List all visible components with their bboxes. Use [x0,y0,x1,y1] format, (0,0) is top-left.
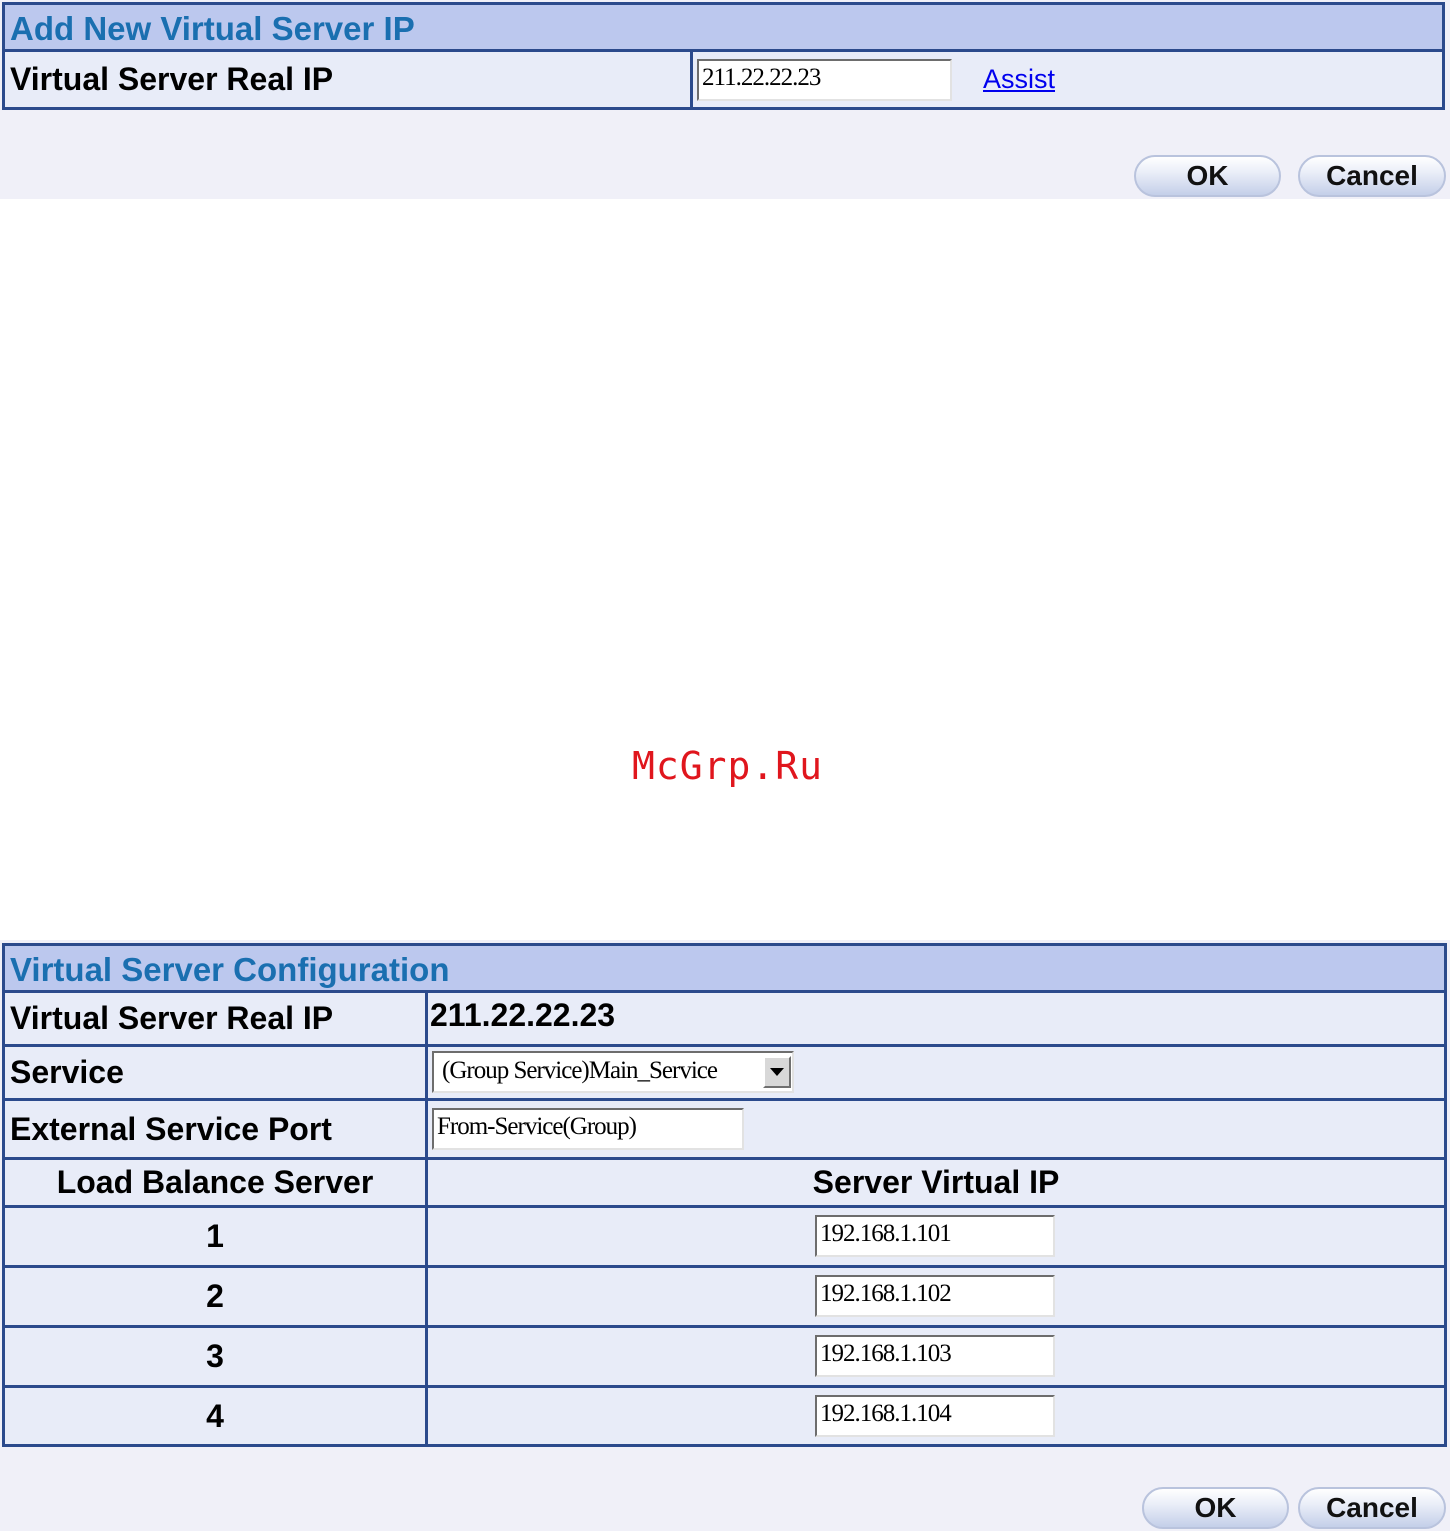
table-row: 2 192.168.1.102 [5,1268,1444,1328]
cancel-button[interactable]: Cancel [1298,1487,1446,1529]
server-ip-cell: 192.168.1.104 [428,1388,1444,1444]
server-index: 1 [206,1218,224,1254]
table-row: 4 192.168.1.104 [5,1388,1444,1444]
column-header-load-balance: Load Balance Server [56,1164,374,1200]
server-index: 4 [206,1397,224,1434]
server-ip-input[interactable]: 192.168.1.103 [815,1335,1055,1377]
real-ip-input[interactable]: 211.22.22.23 [697,59,952,101]
external-port-input[interactable]: From-Service(Group) [432,1108,744,1150]
external-port-row: External Service Port From-Service(Group… [5,1101,1444,1160]
external-port-label: External Service Port [10,1110,332,1147]
table-row: 1 192.168.1.101 [5,1208,1444,1268]
panel-title: Virtual Server Configuration [5,946,1444,993]
server-ip-input[interactable]: 192.168.1.104 [815,1395,1055,1437]
chevron-down-icon [770,1068,784,1076]
ok-button[interactable]: OK [1134,155,1281,197]
service-select[interactable]: (Group Service)Main_Service [432,1051,794,1093]
real-ip-row: Virtual Server Real IP 211.22.22.23 [5,993,1444,1047]
column-header-row: Load Balance Server Server Virtual IP [5,1160,1444,1208]
column-header-server-ip: Server Virtual IP [812,1164,1060,1200]
virtual-server-config-panel: Virtual Server Configuration Virtual Ser… [0,940,1450,1531]
add-virtual-server-panel: Add New Virtual Server IP Virtual Server… [0,0,1450,199]
table-row: 3 192.168.1.103 [5,1328,1444,1388]
column-divider [425,993,428,1444]
real-ip-value: 211.22.22.23 [430,997,616,1033]
real-ip-label: Virtual Server Real IP [10,1000,334,1036]
dropdown-arrow-icon[interactable] [763,1056,791,1088]
server-ip-cell: 192.168.1.101 [428,1208,1444,1265]
assist-link[interactable]: Assist [983,64,1055,95]
service-row: Service (Group Service)Main_Service [5,1047,1444,1101]
panel-title: Add New Virtual Server IP [5,5,1442,52]
server-index: 2 [206,1278,224,1314]
server-index: 3 [206,1338,224,1374]
virtual-server-config-table: Virtual Server Configuration Virtual Ser… [2,943,1447,1447]
add-virtual-server-table: Add New Virtual Server IP Virtual Server… [2,2,1445,110]
real-ip-label: Virtual Server Real IP [5,52,690,107]
external-port-cell: From-Service(Group) [428,1101,1444,1157]
real-ip-cell: 211.22.22.23 Assist [693,52,1442,107]
service-label: Service [10,1054,124,1090]
server-ip-input[interactable]: 192.168.1.102 [815,1275,1055,1317]
server-ip-cell: 192.168.1.103 [428,1328,1444,1385]
ok-button[interactable]: OK [1142,1487,1289,1529]
cancel-button[interactable]: Cancel [1298,155,1446,197]
watermark-text: McGrp.Ru [632,744,824,788]
service-cell: (Group Service)Main_Service [428,1047,1444,1098]
server-ip-input[interactable]: 192.168.1.101 [815,1215,1055,1257]
column-header-cell: Server Virtual IP [428,1160,1444,1205]
real-ip-cell: 211.22.22.23 [428,993,1444,1044]
service-selected-value: (Group Service)Main_Service [442,1057,718,1084]
server-ip-cell: 192.168.1.102 [428,1268,1444,1325]
